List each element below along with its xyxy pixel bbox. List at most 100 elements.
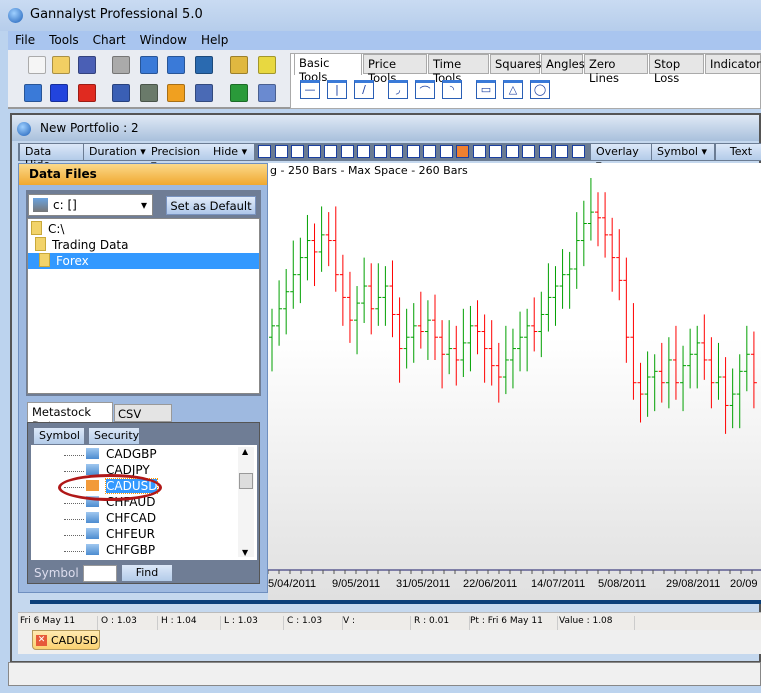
person-icon[interactable] <box>555 145 568 158</box>
settings-icon[interactable] <box>258 84 276 102</box>
triangle-tool-icon[interactable]: △ <box>503 80 523 99</box>
tree-node-trading-data[interactable]: Trading Data <box>35 237 129 253</box>
doc-tab-cadusd[interactable]: ✕ CADUSD <box>32 630 100 650</box>
candlestick-icon[interactable] <box>472 145 486 158</box>
globe-icon[interactable] <box>230 84 248 102</box>
timeline-scrollbar[interactable] <box>30 600 761 604</box>
status-pt: Pt : Fri 6 May 11 <box>470 616 558 630</box>
ohlc-bar <box>495 342 502 403</box>
ohlc-bar <box>743 325 750 392</box>
ohlc-bar <box>432 294 438 360</box>
list-item[interactable]: CHFGBP <box>63 543 155 559</box>
magnify-minus-icon[interactable] <box>439 145 453 158</box>
rectangle-tool-icon[interactable]: ▭ <box>476 80 496 99</box>
precision-dropdown[interactable]: Precision ▾ <box>146 144 208 171</box>
ohlc-bar <box>559 249 566 309</box>
arc-tool-icon[interactable]: ⌒ <box>415 80 435 99</box>
tab-angles[interactable]: Angles <box>541 54 585 74</box>
up-arrow-icon[interactable] <box>324 145 337 158</box>
ellipse-tool-icon[interactable]: ◯ <box>530 80 550 99</box>
bars-icon[interactable] <box>373 145 387 158</box>
zoom-out-red-icon[interactable] <box>274 145 288 158</box>
tab-zero-lines[interactable]: Zero Lines <box>584 54 648 85</box>
list-item[interactable]: CHFEUR <box>63 527 156 543</box>
print-icon[interactable] <box>112 56 130 74</box>
last-icon[interactable] <box>406 145 420 158</box>
top-arrow-icon[interactable] <box>291 145 304 158</box>
find-button[interactable]: Find <box>122 565 172 581</box>
portfolio-title: New Portfolio : 2 <box>40 121 139 135</box>
calculator-icon[interactable] <box>24 84 42 102</box>
ohlc-bar <box>517 311 524 372</box>
zoom-in-red-icon[interactable] <box>258 145 271 158</box>
vertical-line-tool-icon[interactable]: | <box>327 80 347 99</box>
tab-indicators[interactable]: Indicators <box>705 54 761 74</box>
import-icon[interactable] <box>140 84 158 102</box>
status-open: O : 1.03 <box>101 616 158 630</box>
tree-node-root[interactable]: C:\ <box>31 221 64 237</box>
film-icon[interactable] <box>112 84 130 102</box>
arc-right-tool-icon[interactable]: ◝ <box>442 80 462 99</box>
scroll-up-icon[interactable]: ▲ <box>242 447 248 456</box>
magnify-plus-icon[interactable] <box>423 145 436 158</box>
hide-dropdown[interactable]: Hide ▾ <box>208 144 254 160</box>
scroll-down-icon[interactable]: ▼ <box>242 548 248 557</box>
find-symbol-input[interactable] <box>83 565 117 582</box>
text-button[interactable]: Text <box>716 144 761 160</box>
data-hide-button[interactable]: Data Hide <box>20 144 83 171</box>
down-arrow-icon[interactable] <box>340 145 354 158</box>
close-icon[interactable]: ✕ <box>36 635 47 646</box>
price-chart[interactable]: g - 250 Bars - Max Space - 260 Bars 5/04… <box>268 163 761 600</box>
symbol-column-button[interactable]: Symbol <box>34 428 84 444</box>
tab-time-tools[interactable]: Time Tools <box>428 54 489 85</box>
select-icon[interactable] <box>50 84 68 102</box>
trend-line-tool-icon[interactable]: ∕ <box>354 80 374 99</box>
tab-basic-tools[interactable]: Basic Tools <box>294 53 362 84</box>
drawing-tools-icon[interactable] <box>195 84 213 102</box>
menu-window[interactable]: Window <box>133 31 194 49</box>
tree-node-forex[interactable]: Forex <box>28 253 259 269</box>
export-icon[interactable] <box>195 56 213 74</box>
list-icon[interactable] <box>522 145 535 158</box>
line-chart-icon[interactable] <box>505 145 519 158</box>
split-horizontal-icon[interactable] <box>140 56 158 74</box>
first-icon[interactable] <box>390 145 403 158</box>
overlay-dropdown[interactable]: Overlay ▾ <box>591 144 651 171</box>
grid-icon[interactable] <box>167 84 185 102</box>
list-item[interactable]: CADGBP <box>64 447 157 463</box>
menu-chart[interactable]: Chart <box>86 31 133 49</box>
tab-price-tools[interactable]: Price Tools <box>363 54 427 85</box>
open-icon[interactable] <box>52 56 70 74</box>
tab-csv-data[interactable]: CSV Data <box>114 404 172 435</box>
drive-select[interactable]: c: [] ▾ <box>28 194 153 216</box>
set-as-default-button[interactable]: Set as Default <box>166 196 256 215</box>
arc-left-tool-icon[interactable]: ◞ <box>388 80 408 99</box>
tab-squares[interactable]: Squares <box>490 54 541 74</box>
bottom-arrow-icon[interactable] <box>307 145 321 158</box>
menu-file[interactable]: File <box>8 31 42 49</box>
lines-icon[interactable] <box>357 145 370 158</box>
tab-stop-loss[interactable]: Stop Loss <box>649 54 704 85</box>
symbol-dropdown[interactable]: Symbol ▾ <box>652 144 714 160</box>
security-column-button[interactable]: Security <box>89 428 139 444</box>
ohlc-icon[interactable] <box>489 145 502 158</box>
calendar-icon[interactable] <box>571 145 585 158</box>
list-scrollbar[interactable]: ▲ ▼ <box>238 447 254 557</box>
delete-icon[interactable] <box>78 84 96 102</box>
menu-help[interactable]: Help <box>194 31 235 49</box>
app-icon <box>8 8 23 23</box>
list-item[interactable]: CHFCAD <box>63 511 156 527</box>
ohlc-bar <box>644 351 651 417</box>
split-vertical-icon[interactable] <box>167 56 185 74</box>
crosshair-icon[interactable] <box>538 145 552 158</box>
save-icon[interactable] <box>78 56 96 74</box>
horizontal-line-tool-icon[interactable]: — <box>300 80 320 99</box>
scroll-thumb[interactable] <box>239 473 253 489</box>
symbol-label: CHFEUR <box>106 527 156 541</box>
clear-icon[interactable] <box>456 145 469 158</box>
menu-tools[interactable]: Tools <box>42 31 86 49</box>
tab-metastock-data[interactable]: Metastock Data <box>27 402 113 433</box>
pointer-icon[interactable] <box>258 56 276 74</box>
lock-icon[interactable] <box>230 56 248 74</box>
new-icon[interactable] <box>28 56 46 74</box>
